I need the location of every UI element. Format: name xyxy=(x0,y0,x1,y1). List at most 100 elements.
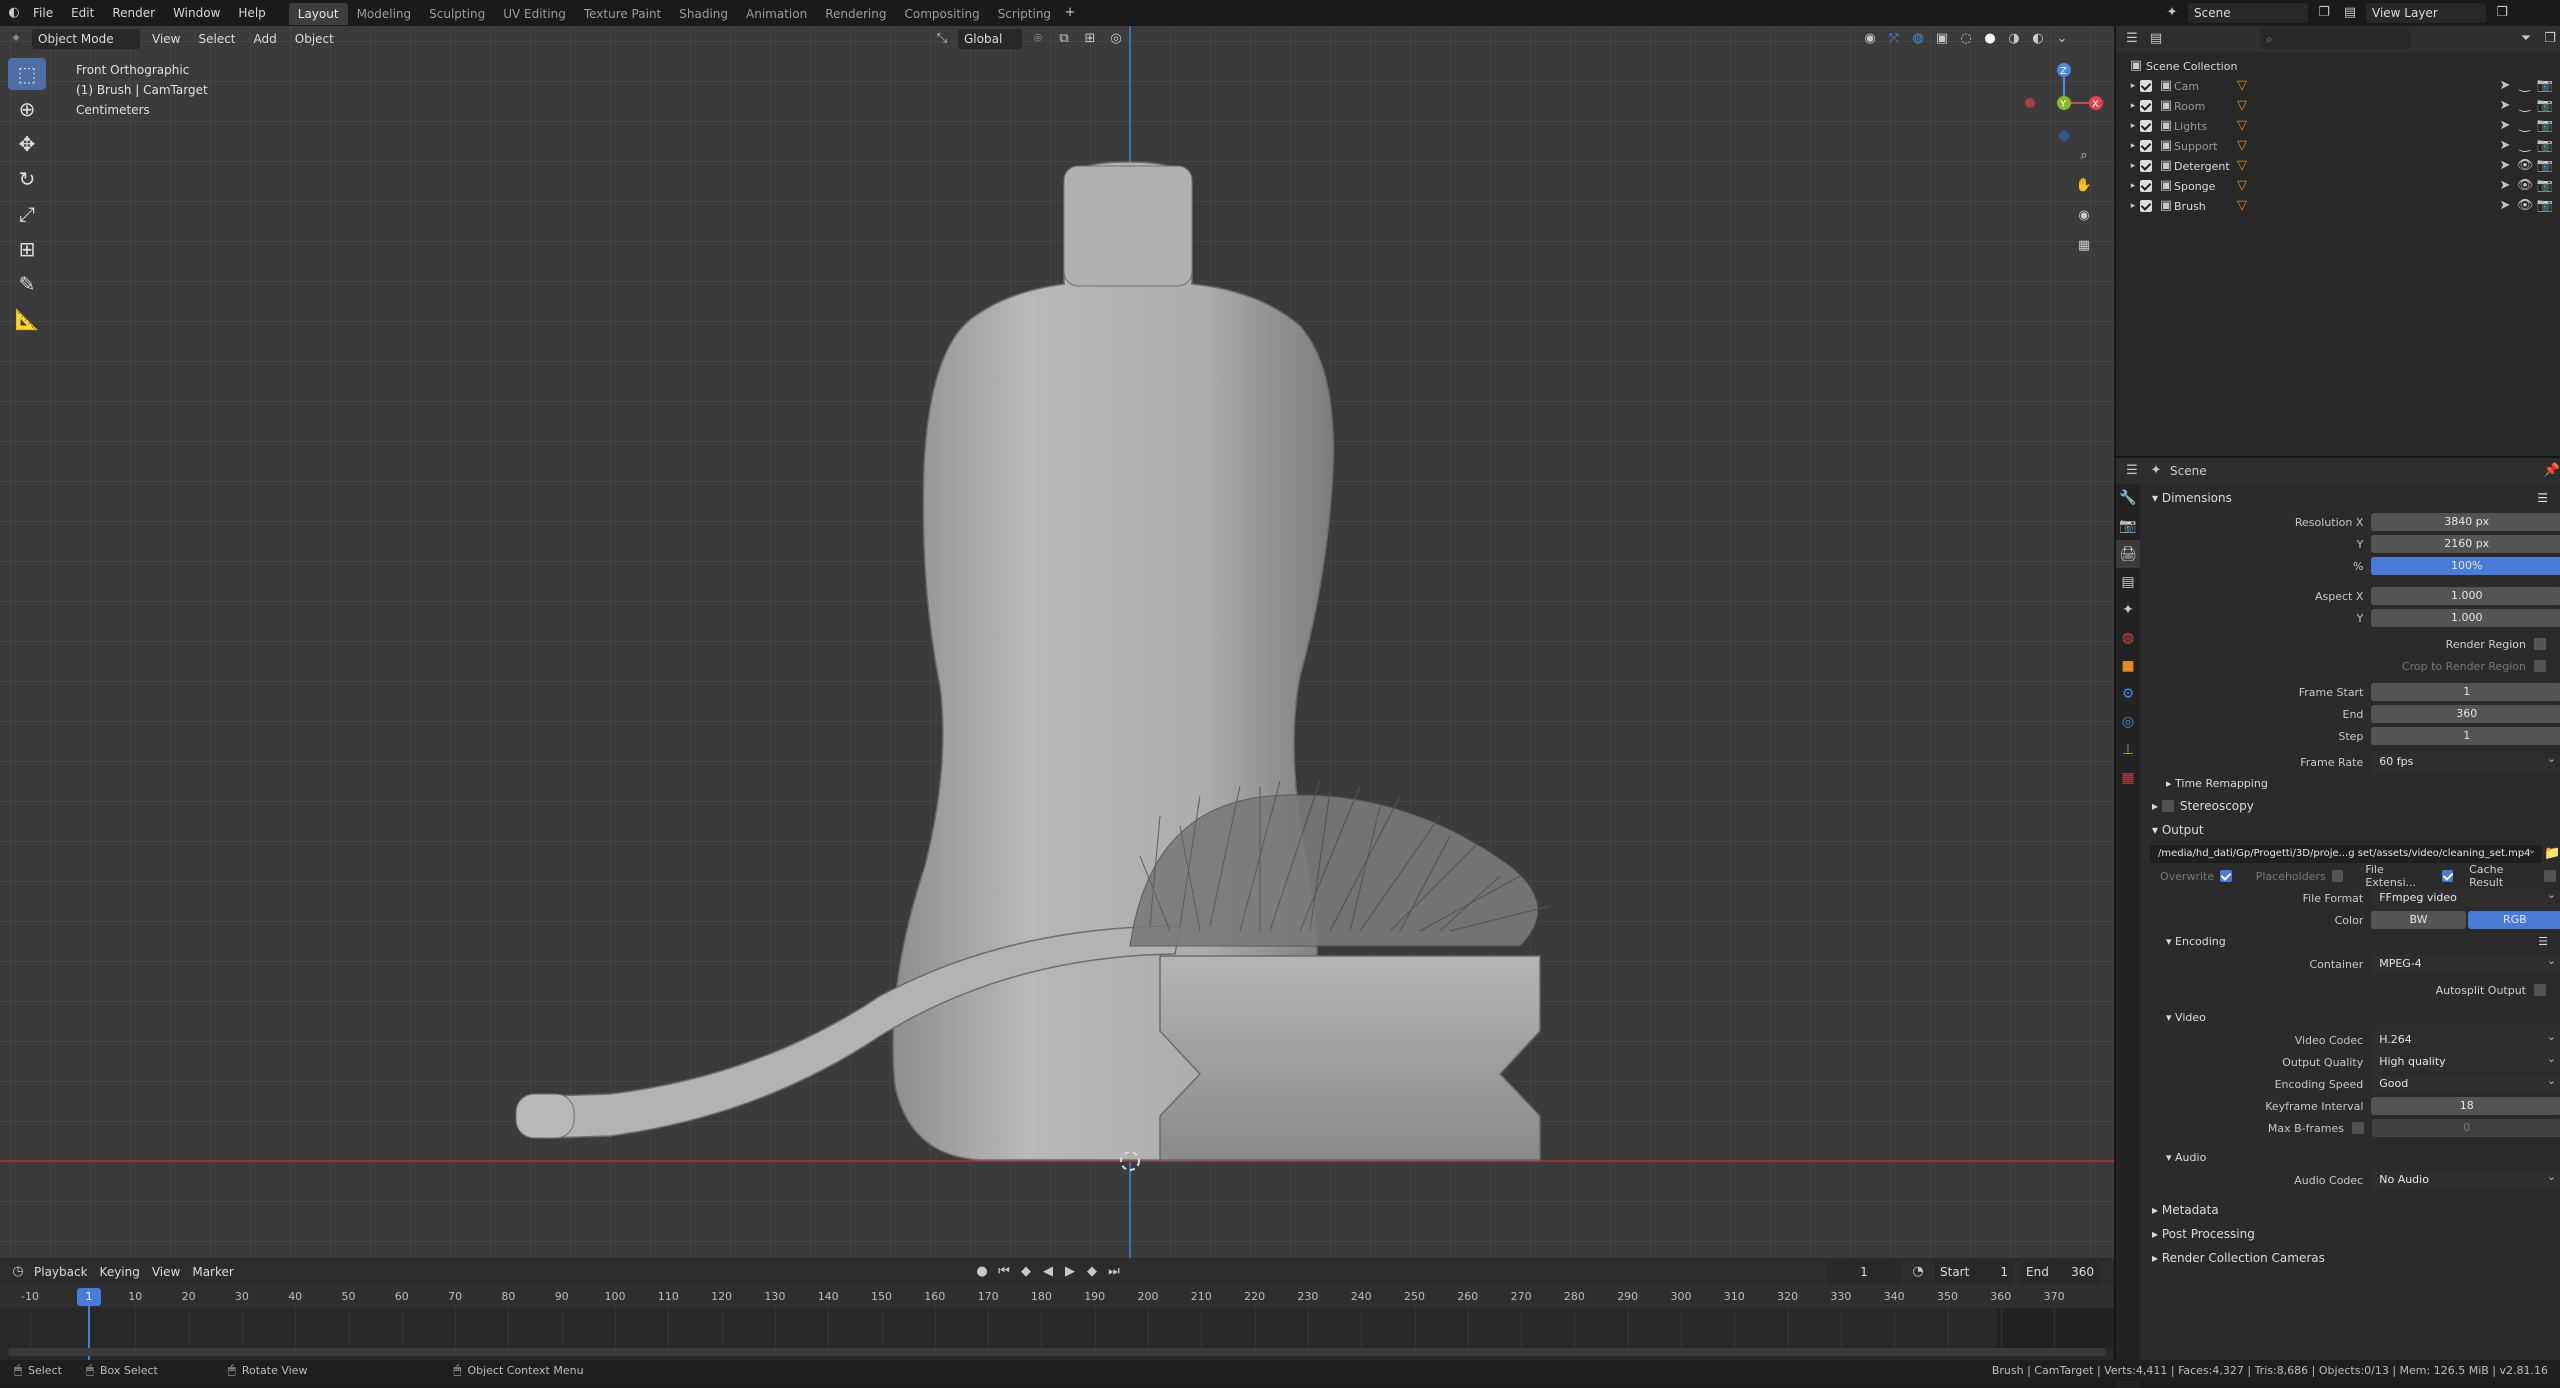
display-mode-icon[interactable]: ▤ xyxy=(2146,29,2166,49)
timeline-menu-marker[interactable]: Marker xyxy=(186,1265,239,1279)
tab-layout[interactable]: Layout xyxy=(288,3,348,25)
outliner-row-room[interactable]: ▸ ▣ Room ▽ ➤ ‿ 📷 xyxy=(2126,96,2560,116)
expand-arrow-icon[interactable]: ▸ xyxy=(2126,116,2140,136)
transform-tool-icon[interactable]: ⊞ xyxy=(8,233,46,265)
exclude-checkbox[interactable] xyxy=(2140,80,2152,92)
outliner-search-input[interactable]: ⌕ xyxy=(2260,29,2410,49)
add-workspace-icon[interactable]: + xyxy=(1060,3,1080,23)
expand-arrow-icon[interactable]: ▸ xyxy=(2126,196,2140,216)
scene-collection-row[interactable]: ▣ Scene Collection xyxy=(2126,56,2560,76)
physics-tab-icon[interactable]: ◎ xyxy=(2116,708,2140,736)
resolution-pct-field[interactable]: 100% xyxy=(2371,557,2560,575)
encoding-header[interactable]: ▾ Encoding ☰ xyxy=(2142,930,2560,952)
proportional-edit-icon[interactable]: ◎ xyxy=(1106,29,1126,49)
eye-icon[interactable]: ‿ xyxy=(2516,116,2534,136)
snap-icon[interactable]: ⧉ xyxy=(1054,29,1074,49)
exclude-checkbox[interactable] xyxy=(2140,100,2152,112)
output-path-input[interactable]: /media/hd_dati/Gp/Progetti/3D/proje...g … xyxy=(2150,845,2543,863)
tab-shading[interactable]: Shading xyxy=(670,3,737,25)
constraint-tab-icon[interactable]: ⊥ xyxy=(2116,736,2140,764)
outliner-row-detergent[interactable]: ▸ ▣ Detergent ▽ ➤ 👁 📷 xyxy=(2126,156,2560,176)
xray-icon[interactable]: ▣ xyxy=(1932,29,1952,49)
tab-animation[interactable]: Animation xyxy=(737,3,816,25)
blender-logo-icon[interactable]: ◐ xyxy=(4,3,24,23)
keyframe-interval-field[interactable]: 18 xyxy=(2371,1097,2560,1115)
next-keyframe-icon[interactable]: ◆ xyxy=(1082,1262,1102,1282)
solid-shading-icon[interactable]: ● xyxy=(1980,29,2000,49)
tab-uv-editing[interactable]: UV Editing xyxy=(494,3,575,25)
expand-arrow-icon[interactable]: ▸ xyxy=(2126,176,2140,196)
overlays-icon[interactable]: ◍ xyxy=(1908,29,1928,49)
tab-rendering[interactable]: Rendering xyxy=(816,3,895,25)
metadata-header[interactable]: ▸ Metadata xyxy=(2142,1198,2560,1222)
editor-type-icon[interactable]: ⌖ xyxy=(6,29,26,49)
max-bframes-checkbox[interactable] xyxy=(2352,1122,2364,1134)
frame-start-field[interactable]: 1 xyxy=(2371,683,2560,701)
timeline-area[interactable]: -10 10 20 30 40 50 60 70 80 90 100 110 120 130 140 150 1… xyxy=(0,1286,2114,1360)
tab-texture-paint[interactable]: Texture Paint xyxy=(575,3,670,25)
render-camera-icon[interactable]: 📷 xyxy=(2536,116,2554,136)
viewport-menu-select[interactable]: Select xyxy=(192,32,241,46)
aspect-y-field[interactable]: 1.000 xyxy=(2371,609,2560,627)
encoding-presets-icon[interactable]: ☰ xyxy=(2538,935,2548,948)
outliner-row-cam[interactable]: ▸ ▣ Cam ▽ ➤ ‿ 📷 xyxy=(2126,76,2560,96)
3d-viewport[interactable]: Z X Y Front Orthographic (1) Brush | Cam… xyxy=(0,26,2114,1258)
resolution-x-field[interactable]: 3840 px xyxy=(2371,513,2560,531)
gizmo-icon[interactable]: ⤧ xyxy=(1884,29,1904,49)
jump-end-icon[interactable]: ⏭ xyxy=(1104,1262,1124,1282)
eye-icon[interactable]: 👁 xyxy=(2516,156,2534,176)
exclude-checkbox[interactable] xyxy=(2140,180,2152,192)
output-section-header[interactable]: ▾ Output xyxy=(2142,818,2560,842)
exclude-checkbox[interactable] xyxy=(2140,120,2152,132)
render-region-checkbox[interactable] xyxy=(2534,638,2546,650)
render-camera-icon[interactable]: 📷 xyxy=(2536,196,2554,216)
viewport-menu-view[interactable]: View xyxy=(146,32,186,46)
play-reverse-icon[interactable]: ◀ xyxy=(1038,1262,1058,1282)
outliner-row-brush[interactable]: ▸ ▣ Brush ▽ ➤ 👁 📷 xyxy=(2126,196,2560,216)
outliner-row-lights[interactable]: ▸ ▣ Lights ▽ ➤ ‿ 📷 xyxy=(2126,116,2560,136)
expand-arrow-icon[interactable]: ▸ xyxy=(2126,96,2140,116)
folder-icon[interactable]: 📁 xyxy=(2542,844,2560,864)
output-tab-icon[interactable]: 🖨 xyxy=(2116,540,2140,568)
world-tab-icon[interactable]: ◍ xyxy=(2116,624,2140,652)
measure-tool-icon[interactable]: 📐 xyxy=(8,303,46,335)
selectable-icon[interactable]: ➤ xyxy=(2496,136,2514,156)
cursor-tool-icon[interactable]: ⊕ xyxy=(8,93,46,125)
video-codec-dropdown[interactable]: H.264 xyxy=(2371,1031,2560,1049)
record-icon[interactable]: ● xyxy=(972,1262,992,1282)
selectable-icon[interactable]: ➤ xyxy=(2496,196,2514,216)
tool-tab-icon[interactable]: 🔧 xyxy=(2116,484,2140,512)
rendered-shading-icon[interactable]: ◐ xyxy=(2028,29,2048,49)
new-view-layer-icon[interactable]: ❐ xyxy=(2492,3,2512,23)
pin-icon[interactable]: 📌 xyxy=(2542,461,2560,481)
file-extension-checkbox[interactable] xyxy=(2441,870,2454,882)
selectable-icon[interactable]: ➤ xyxy=(2496,156,2514,176)
selectable-icon[interactable]: ➤ xyxy=(2496,176,2514,196)
end-frame-field[interactable]: End 360 xyxy=(2020,1262,2100,1282)
camera-view-icon[interactable]: ◉ xyxy=(2074,206,2094,226)
scale-tool-icon[interactable]: ⤢ xyxy=(8,198,46,230)
timeline-menu-playback[interactable]: Playback xyxy=(28,1265,94,1279)
timeline-menu-view[interactable]: View xyxy=(146,1265,186,1279)
menu-file[interactable]: File xyxy=(24,0,62,26)
view-layer-tab-icon[interactable]: ▤ xyxy=(2116,568,2140,596)
encoding-speed-dropdown[interactable]: Good xyxy=(2371,1075,2560,1093)
resolution-y-field[interactable]: 2160 px xyxy=(2371,535,2560,553)
exclude-checkbox[interactable] xyxy=(2140,140,2152,152)
render-tab-icon[interactable]: 📷 xyxy=(2116,512,2140,540)
object-mode-dropdown[interactable]: Object Mode xyxy=(32,29,140,49)
properties-editor-icon[interactable]: ☰ xyxy=(2122,461,2142,481)
post-processing-header[interactable]: ▸ Post Processing xyxy=(2142,1222,2560,1246)
stereoscopy-header[interactable]: ▸ Stereoscopy xyxy=(2142,794,2560,818)
dimensions-section-header[interactable]: ▾ Dimensions ☰ xyxy=(2142,486,2560,510)
audio-header[interactable]: ▾ Audio xyxy=(2142,1146,2560,1168)
shading-options-icon[interactable]: ⌄ xyxy=(2052,29,2072,49)
pan-hand-icon[interactable]: ✋ xyxy=(2074,176,2094,196)
expand-arrow-icon[interactable]: ▸ xyxy=(2126,76,2140,96)
snap-target-icon[interactable]: ⊞ xyxy=(1080,29,1100,49)
view-layer-selector[interactable]: View Layer xyxy=(2366,3,2486,23)
render-camera-icon[interactable]: 📷 xyxy=(2536,136,2554,156)
autosplit-checkbox[interactable] xyxy=(2534,984,2546,996)
move-tool-icon[interactable]: ✥ xyxy=(8,128,46,160)
tab-scripting[interactable]: Scripting xyxy=(989,3,1060,25)
